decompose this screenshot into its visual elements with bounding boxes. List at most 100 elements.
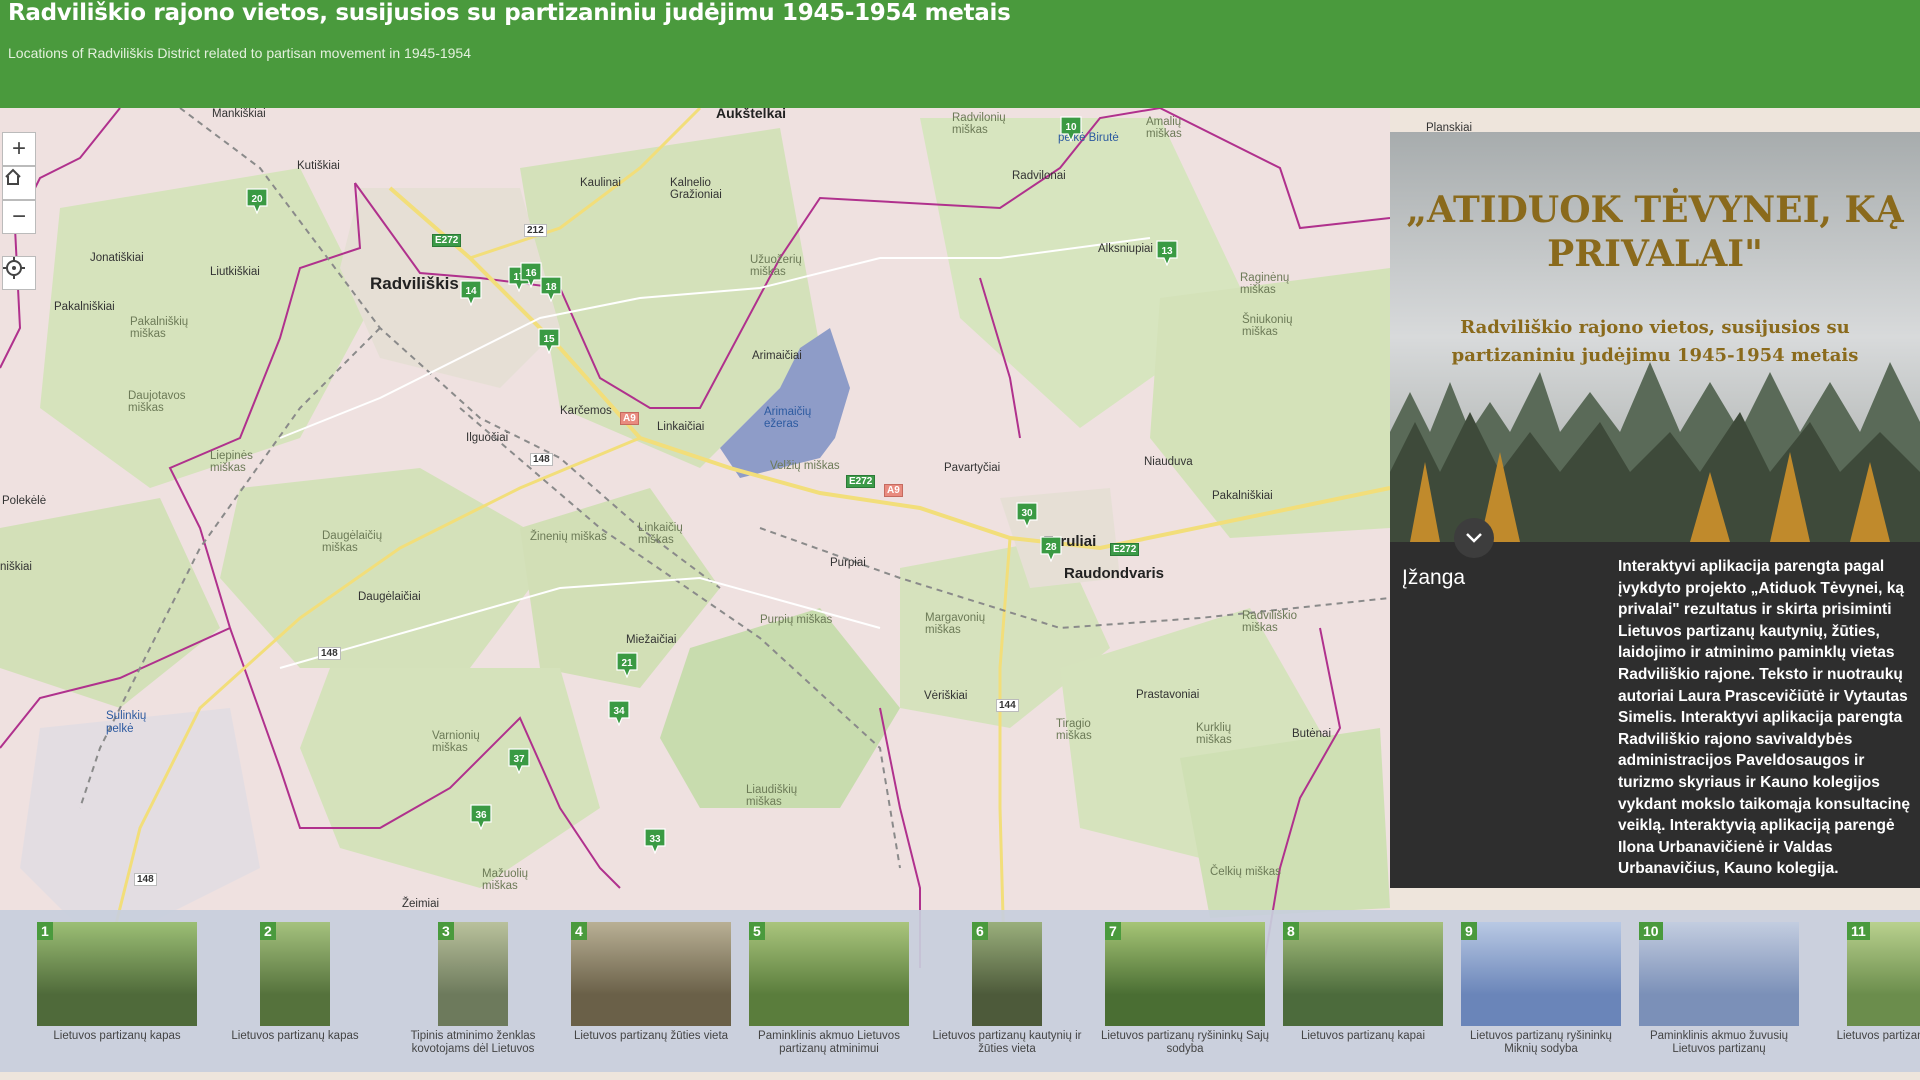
collapse-button[interactable] bbox=[1454, 518, 1494, 558]
place-label: Radviliškio miškas bbox=[1242, 610, 1297, 634]
svg-text:20: 20 bbox=[251, 194, 263, 205]
road-label: E272 bbox=[1110, 543, 1140, 556]
place-label: Butėnai bbox=[1292, 728, 1332, 740]
place-label: Pavartyčiai bbox=[944, 462, 1001, 474]
section-body: Interaktyvi aplikacija parengta pagal įv… bbox=[1618, 558, 1911, 878]
place-photo[interactable]: 10 bbox=[1639, 922, 1799, 1026]
story-subtitle: Radviliškio rajono vietos, susijusios su… bbox=[1451, 317, 1859, 366]
map-marker[interactable]: 18 bbox=[540, 276, 562, 302]
svg-text:37: 37 bbox=[513, 754, 525, 765]
place-label: Miežaičiai bbox=[626, 634, 677, 646]
svg-text:28: 28 bbox=[1045, 542, 1057, 553]
place-label: Karčemos bbox=[560, 405, 612, 417]
svg-text:10: 10 bbox=[1065, 122, 1077, 133]
place-label: Vėriškiai bbox=[924, 690, 968, 702]
carousel-card[interactable]: 9 Lietuvos partizanų ryšininkų Miknių sod… bbox=[1452, 922, 1630, 1072]
place-label: Daugėlaičiai bbox=[358, 591, 421, 603]
map-marker[interactable]: 28 bbox=[1040, 536, 1062, 562]
place-label: Linkaičių miškas bbox=[638, 522, 683, 546]
place-photo[interactable]: 3 bbox=[438, 922, 508, 1026]
card-number: 4 bbox=[571, 922, 587, 940]
road-label: 148 bbox=[134, 873, 157, 886]
place-photo[interactable]: 11 bbox=[1847, 922, 1920, 1026]
map-marker[interactable]: 36 bbox=[470, 804, 492, 830]
place-label: Kaulinai bbox=[580, 177, 621, 189]
intro-section: Įžanga Interaktyvi aplikacija parengta p… bbox=[1390, 542, 1920, 888]
place-label: Arimaičiai bbox=[752, 350, 802, 362]
place-label: Čelkių miškas bbox=[1210, 866, 1281, 878]
card-number: 9 bbox=[1461, 922, 1477, 940]
map-marker[interactable]: 37 bbox=[508, 748, 530, 774]
carousel-card[interactable]: 2 Lietuvos partizanų kapas bbox=[206, 922, 384, 1072]
map-marker[interactable]: 33 bbox=[644, 828, 666, 854]
card-caption: Tipinis atminimo ženklas kovotojams dėl … bbox=[410, 1030, 536, 1055]
carousel-card[interactable]: 3 Tipinis atminimo ženklas kovotojams dėl… bbox=[384, 922, 562, 1072]
place-label: Radvilonių miškas bbox=[952, 112, 1006, 136]
place-photo[interactable]: 1 bbox=[37, 922, 197, 1026]
place-photo[interactable]: 5 bbox=[749, 922, 909, 1026]
zoom-in-button[interactable]: + bbox=[2, 132, 36, 166]
locate-button[interactable] bbox=[2, 256, 36, 290]
place-label: Polekėlė bbox=[2, 495, 47, 507]
svg-text:33: 33 bbox=[649, 834, 661, 845]
place-label: Kutiškiai bbox=[297, 160, 340, 172]
zoom-out-button[interactable]: − bbox=[2, 200, 36, 234]
map-marker[interactable]: 14 bbox=[460, 280, 482, 306]
places-carousel[interactable]: 1 Lietuvos partizanų kapas 2 Lietuvos parti… bbox=[0, 910, 1920, 1072]
chevron-down-icon bbox=[1466, 533, 1482, 543]
carousel-card[interactable]: 4 Lietuvos partizanų žūties vieta bbox=[562, 922, 740, 1072]
place-label: Amalių miškas bbox=[1146, 116, 1182, 140]
road-label: 144 bbox=[996, 699, 1019, 712]
place-photo[interactable]: 4 bbox=[571, 922, 731, 1026]
card-caption: Paminklinis akmuo Lietuvos partizanų atm… bbox=[758, 1030, 900, 1055]
map-marker[interactable]: 34 bbox=[608, 700, 630, 726]
place-photo[interactable]: 6 bbox=[972, 922, 1042, 1026]
place-label: Raudondvaris bbox=[1064, 565, 1165, 582]
place-label: Sulinkių pelkė bbox=[106, 710, 147, 735]
section-title: Įžanga bbox=[1402, 566, 1466, 589]
place-label: Varnionių miškas bbox=[432, 730, 480, 754]
carousel-card[interactable]: 1 Lietuvos partizanų kapas bbox=[28, 922, 206, 1072]
place-label: Ilguočiai bbox=[466, 432, 509, 444]
carousel-card[interactable]: 7 Lietuvos partizanų ryšininkų Sajų sodyb… bbox=[1096, 922, 1274, 1072]
map-marker[interactable]: 15 bbox=[538, 328, 560, 354]
carousel-card[interactable]: 6 Lietuvos partizanų kautynių ir žūties v… bbox=[918, 922, 1096, 1072]
page-subtitle: Locations of Radviliškis District relate… bbox=[8, 45, 472, 61]
card-number: 6 bbox=[972, 922, 988, 940]
svg-text:15: 15 bbox=[543, 334, 555, 345]
place-label: Kalnelio Gražioniai bbox=[670, 177, 722, 201]
map-marker[interactable]: 21 bbox=[616, 652, 638, 678]
card-caption: Lietuvos partizanų ryšininkų Miknių sody… bbox=[1470, 1030, 1612, 1055]
card-caption: Lietuvos partizanų kapas bbox=[53, 1030, 181, 1042]
map-marker[interactable]: 16 bbox=[520, 262, 542, 288]
road-label: 212 bbox=[524, 224, 547, 237]
story-panel: „ATIDUOK TĖVYNEI, KĄ PRIVALAI" Radvilišk… bbox=[1390, 132, 1920, 888]
place-label: Užuožerių miškas bbox=[750, 254, 802, 278]
place-photo[interactable]: 8 bbox=[1283, 922, 1443, 1026]
carousel-card[interactable]: 5 Paminklinis akmuo Lietuvos partizanų at… bbox=[740, 922, 918, 1072]
card-number: 1 bbox=[37, 922, 53, 940]
road-label: E272 bbox=[846, 475, 876, 488]
svg-text:30: 30 bbox=[1021, 508, 1033, 519]
carousel-card[interactable]: 8 Lietuvos partizanų kapai bbox=[1274, 922, 1452, 1072]
carousel-card[interactable]: 10 Paminklinis akmuo žuvusių Lietuvos par… bbox=[1630, 922, 1808, 1072]
svg-text:21: 21 bbox=[621, 658, 633, 669]
place-label: Mankiškiai bbox=[212, 108, 266, 120]
home-button[interactable] bbox=[2, 166, 36, 200]
place-photo[interactable]: 9 bbox=[1461, 922, 1621, 1026]
map-marker[interactable]: 30 bbox=[1016, 502, 1038, 528]
place-label: Daujotavos miškas bbox=[128, 390, 186, 414]
header-bar: Radviliškio rajono vietos, susijusios su… bbox=[0, 0, 1920, 108]
place-label: Daugėlaičių miškas bbox=[322, 530, 383, 554]
card-number: 8 bbox=[1283, 922, 1299, 940]
place-label: Liaudiškių miškas bbox=[746, 784, 798, 808]
map-marker[interactable]: 10 bbox=[1060, 116, 1082, 142]
place-photo[interactable]: 2 bbox=[260, 922, 330, 1026]
map-marker[interactable]: 13 bbox=[1156, 240, 1178, 266]
carousel-card[interactable]: 11 Lietuvos partizanų vieta bbox=[1808, 922, 1920, 1072]
map-marker[interactable]: 20 bbox=[246, 188, 268, 214]
svg-text:13: 13 bbox=[1161, 246, 1173, 257]
svg-text:34: 34 bbox=[613, 706, 625, 717]
place-label: Mažuolių miškas bbox=[482, 868, 529, 892]
place-photo[interactable]: 7 bbox=[1105, 922, 1265, 1026]
